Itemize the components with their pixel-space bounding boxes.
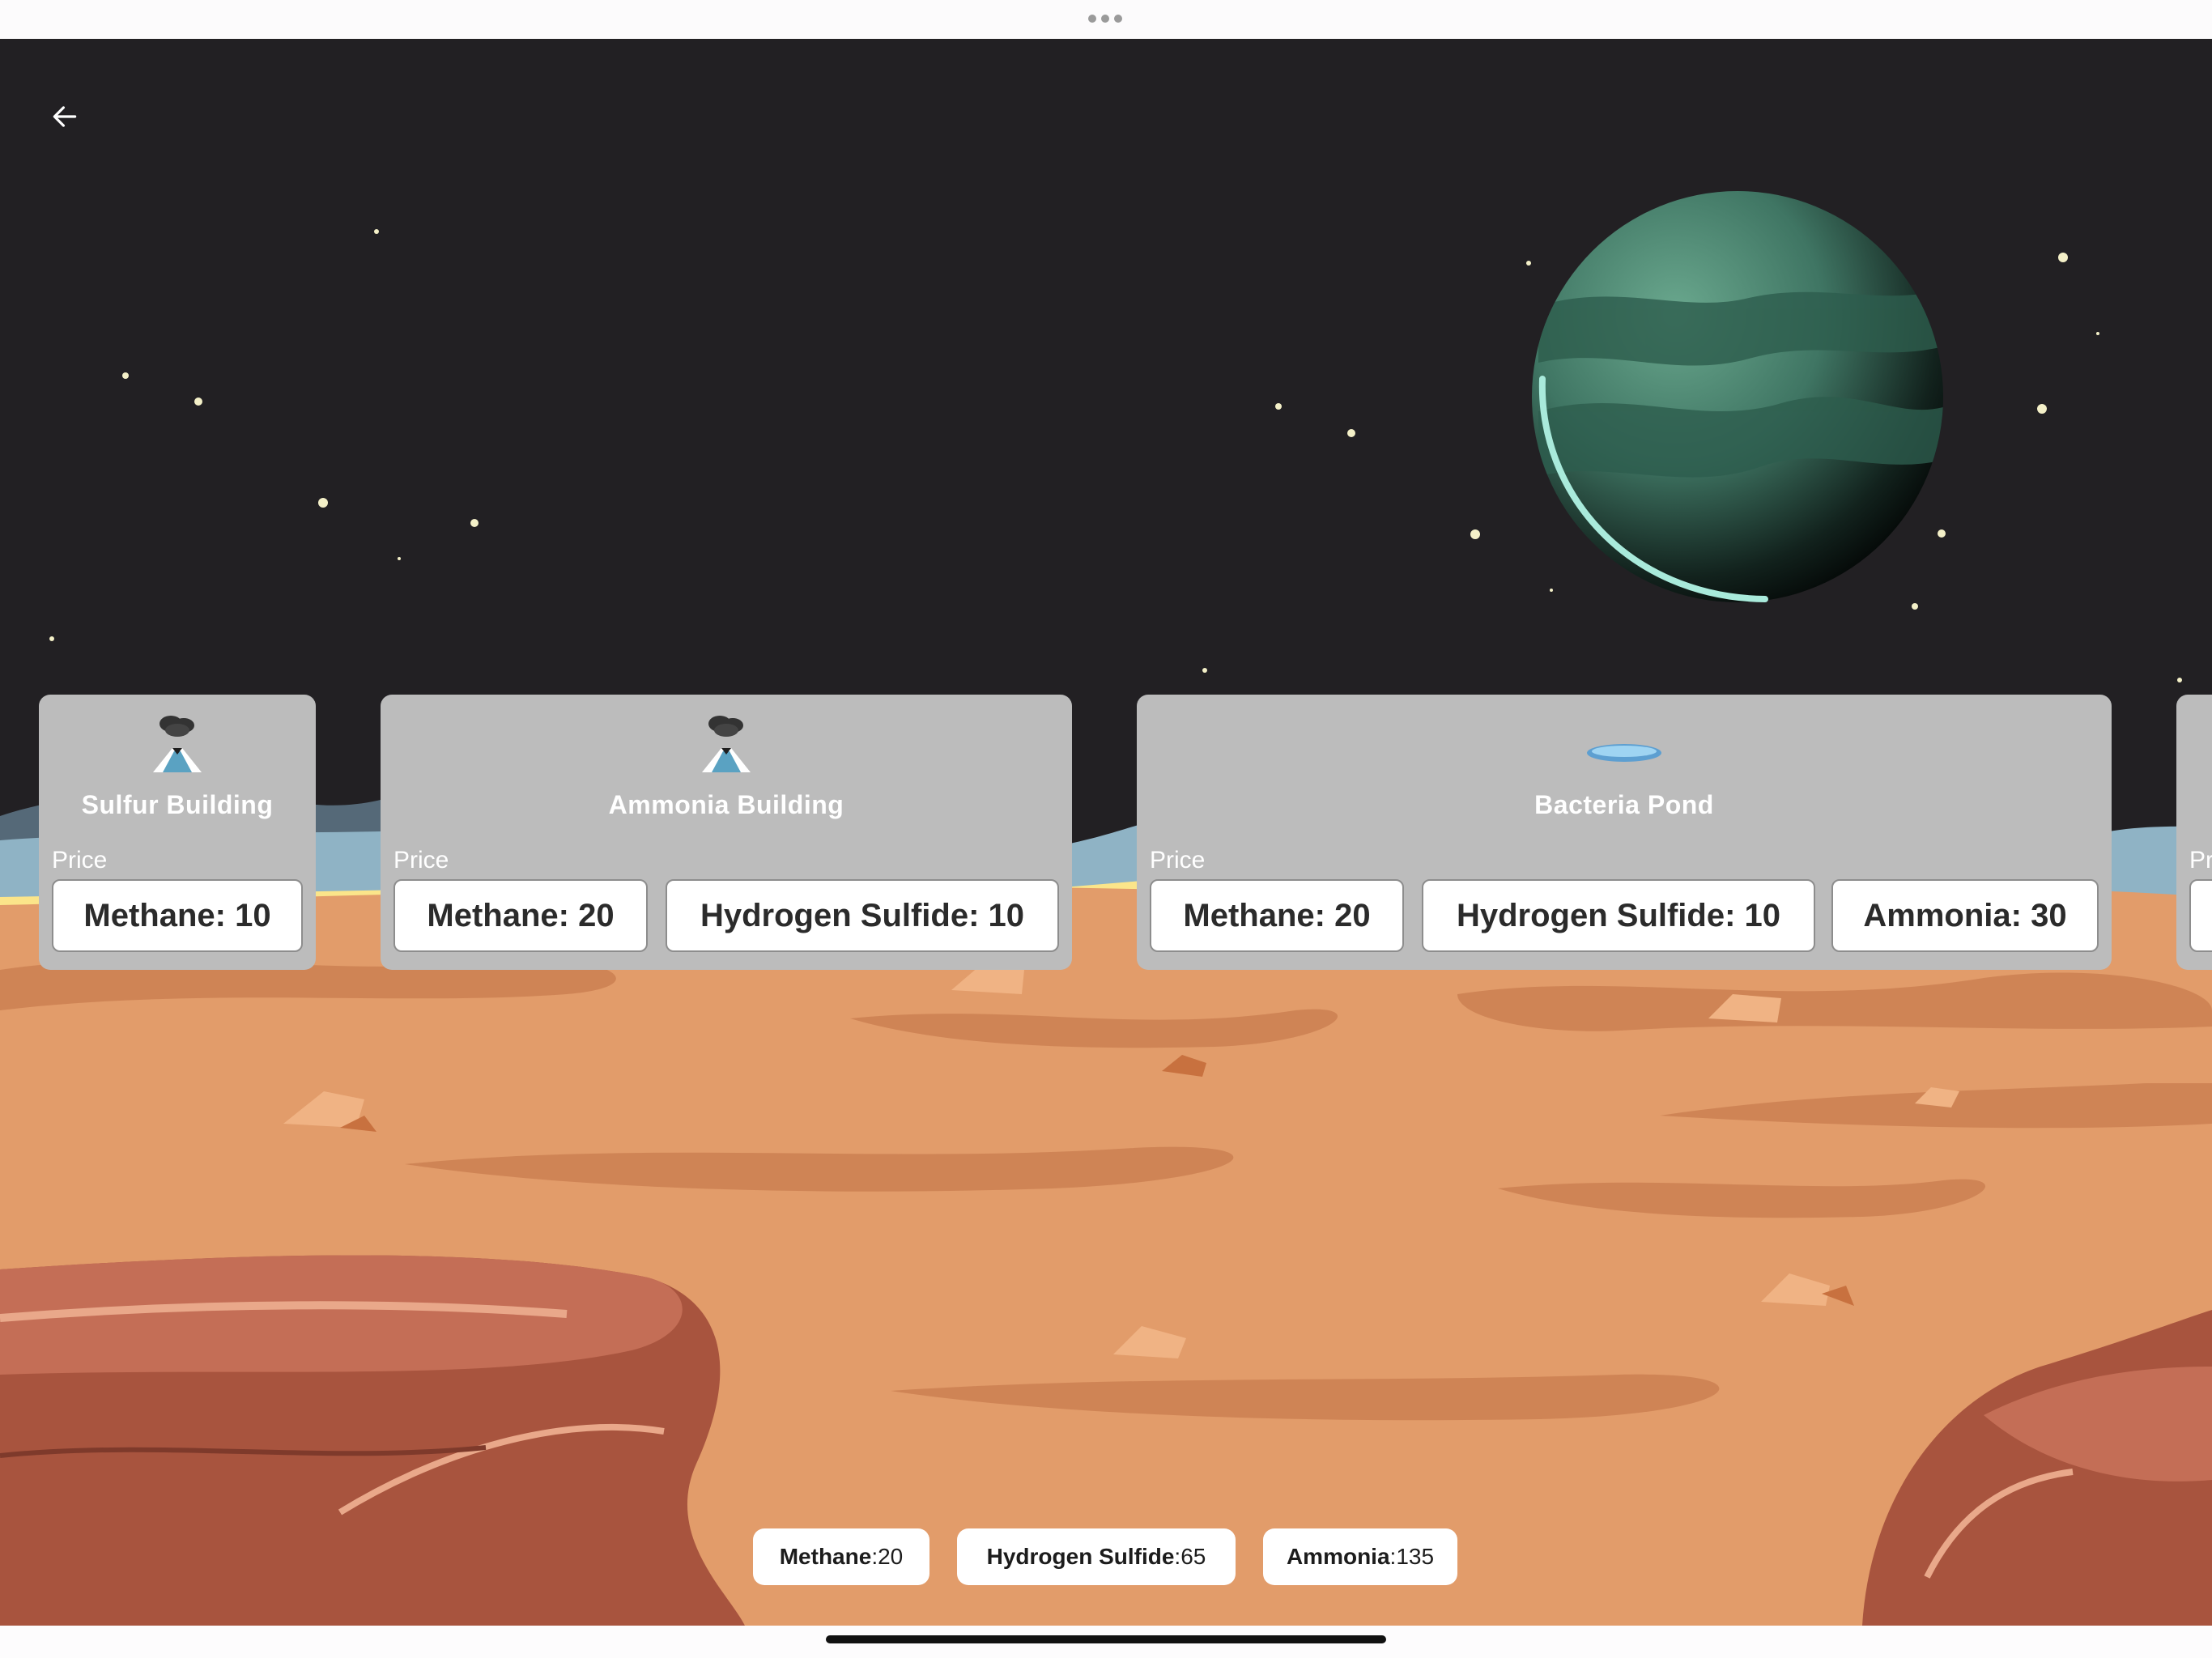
resource-separator: :: [1389, 1544, 1397, 1569]
building-card-bacteria-pond[interactable]: Bacteria Pond Price Methane: 20 Hydrogen…: [1137, 695, 2112, 970]
price-chip-ammonia: Ammonia: 30: [1831, 879, 2099, 952]
status-bar: [0, 0, 2212, 39]
price-label: Price: [1150, 847, 1206, 874]
price-label: Pr: [2189, 847, 2212, 874]
price-chip-methane: Methane: 20: [393, 879, 648, 952]
resource-chip-ammonia: Ammonia : 135: [1263, 1528, 1457, 1585]
resource-value: 65: [1180, 1544, 1206, 1569]
resource-separator: :: [871, 1544, 878, 1569]
building-name: Ammonia Building: [608, 790, 844, 819]
resource-name: Ammonia: [1286, 1544, 1390, 1569]
resource-chip-methane: Methane : 20: [753, 1528, 929, 1585]
price-chip-hydrogen-sulfide: Hydrogen Sulfide: 10: [666, 879, 1059, 952]
resource-name: Hydrogen Sulfide: [986, 1544, 1175, 1569]
building-card-sulfur[interactable]: Sulfur Building Price Methane: 10: [39, 695, 316, 970]
resource-name: Methane: [779, 1544, 872, 1569]
resource-value: 20: [878, 1544, 904, 1569]
price-label: Price: [52, 847, 108, 874]
back-button[interactable]: [36, 87, 94, 146]
game-scene: Sulfur Building Price Methane: 10 Ammoni…: [0, 39, 2212, 1626]
volcano-icon: [153, 716, 202, 772]
resource-chip-hydrogen-sulfide: Hydrogen Sulfide : 65: [957, 1528, 1236, 1585]
resource-value: 135: [1396, 1544, 1435, 1569]
price-chip: [2189, 879, 2212, 952]
price-label: Price: [393, 847, 449, 874]
price-chip-methane: Methane: 20: [1150, 879, 1404, 952]
building-card-ammonia[interactable]: Ammonia Building Price Methane: 20 Hydro…: [381, 695, 1072, 970]
arrow-left-icon: [53, 106, 77, 127]
building-name: Bacteria Pond: [1534, 790, 1714, 819]
home-indicator[interactable]: [826, 1635, 1386, 1643]
foreground-cliff: [0, 1255, 745, 1626]
building-name: Sulfur Building: [81, 790, 274, 819]
price-chip-hydrogen-sulfide: Hydrogen Sulfide: 10: [1422, 879, 1815, 952]
volcano-icon: [702, 716, 751, 772]
resource-separator: :: [1174, 1544, 1181, 1569]
pond-icon: [1587, 744, 1661, 762]
building-card-partial[interactable]: Pr: [2176, 695, 2212, 970]
green-planet: [1532, 191, 1943, 602]
multitasking-dots-icon[interactable]: [1088, 15, 1124, 24]
price-chip-methane: Methane: 10: [52, 879, 303, 952]
